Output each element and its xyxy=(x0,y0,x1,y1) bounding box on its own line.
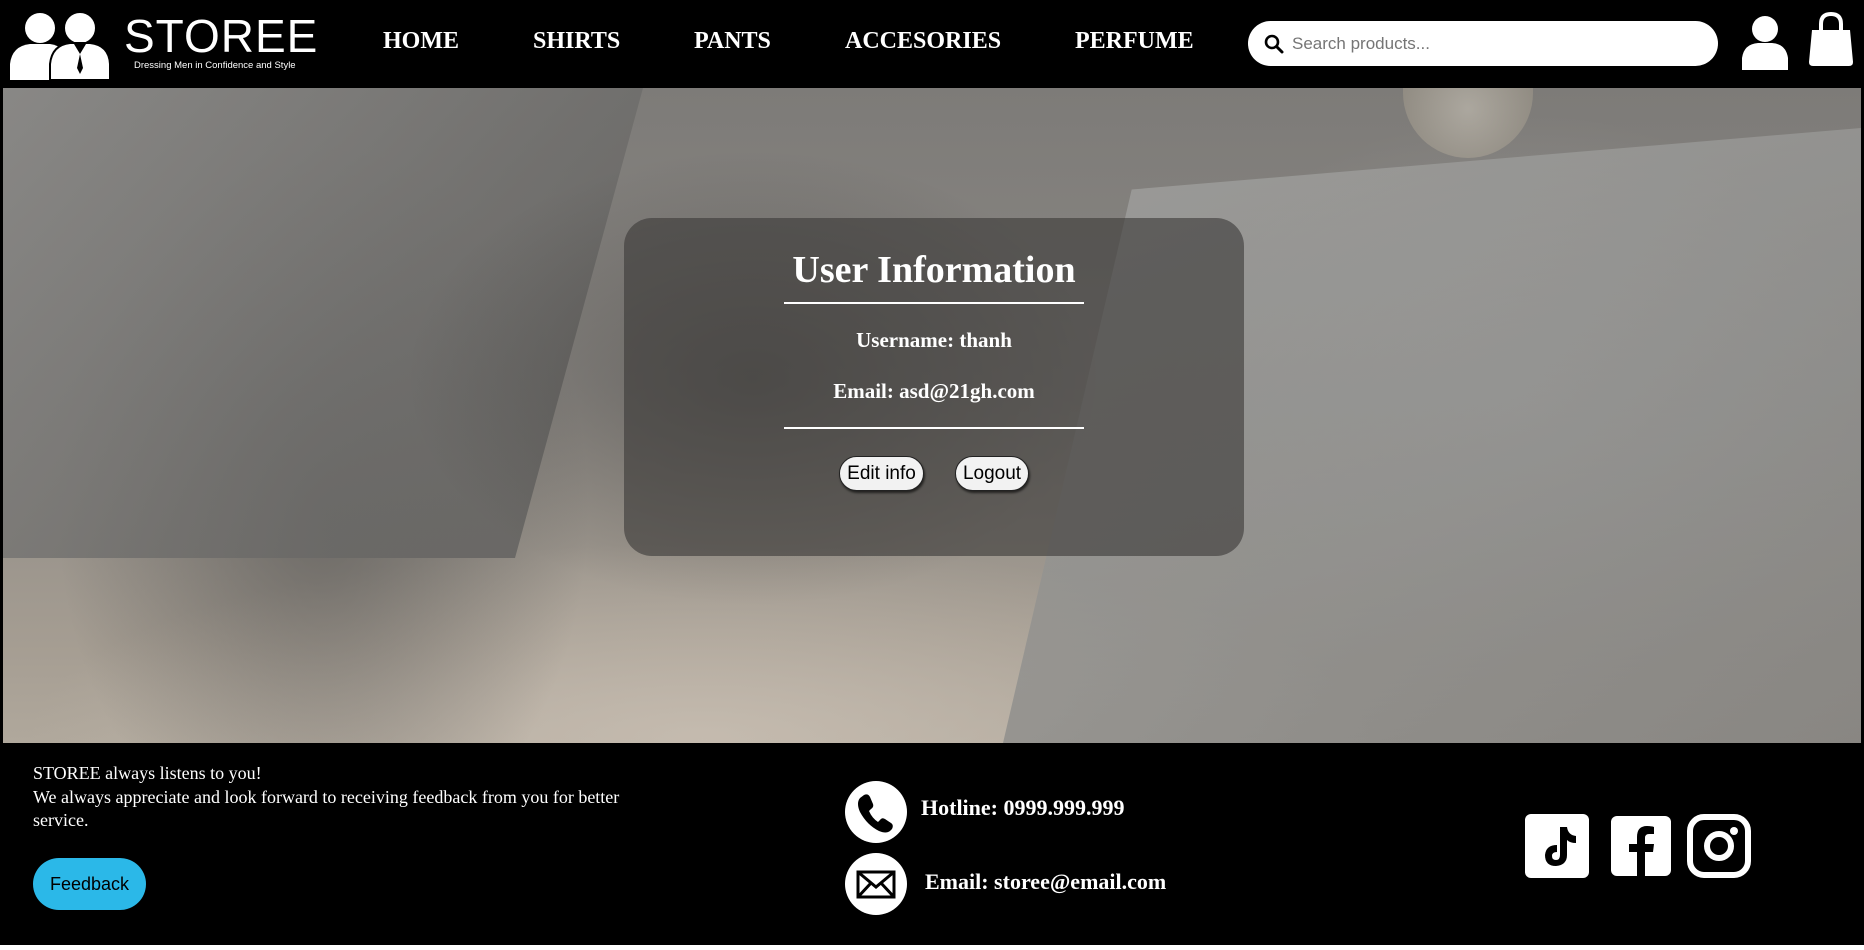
phone-icon xyxy=(845,781,907,843)
tiktok-icon[interactable] xyxy=(1524,813,1590,879)
nav-item-perfume[interactable]: PERFUME xyxy=(1075,28,1194,55)
site-header: STOREE Dressing Men in Confidence and St… xyxy=(0,0,1864,88)
site-footer: STOREE always listens to you! We always … xyxy=(3,743,1861,943)
nav-item-shirts[interactable]: SHIRTS xyxy=(533,28,620,55)
footer-message-title: STOREE always listens to you! xyxy=(33,763,262,783)
divider xyxy=(784,427,1084,429)
user-icon[interactable] xyxy=(1740,14,1790,70)
shopping-bag-icon[interactable] xyxy=(1808,12,1854,68)
coat-button-image xyxy=(1403,88,1533,158)
logout-button[interactable]: Logout xyxy=(955,456,1029,491)
hotline-text: Hotline: 0999.999.999 xyxy=(921,795,1125,820)
footer-email-text: Email: storee@email.com xyxy=(925,869,1167,894)
brand-logo[interactable]: STOREE Dressing Men in Confidence and St… xyxy=(10,8,317,80)
user-info-title: User Information xyxy=(792,249,1076,291)
email-text: Email: asd@21gh.com xyxy=(833,379,1035,403)
instagram-icon[interactable] xyxy=(1686,813,1752,879)
facebook-icon[interactable] xyxy=(1608,813,1674,879)
brand-tagline: Dressing Men in Confidence and Style xyxy=(134,60,296,71)
search-icon[interactable] xyxy=(1262,32,1286,56)
nav-item-accesories[interactable]: ACCESORIES xyxy=(845,28,1001,55)
footer-message-body: We always appreciate and look forward to… xyxy=(33,787,620,830)
feedback-button[interactable]: Feedback xyxy=(33,858,146,910)
people-logo-icon xyxy=(10,11,111,80)
username-text: Username: thanh xyxy=(856,328,1012,352)
divider xyxy=(784,302,1084,304)
edit-info-button[interactable]: Edit info xyxy=(839,456,924,491)
search-bar xyxy=(1248,21,1718,66)
mail-icon xyxy=(845,853,907,915)
user-info-card: User Information Username: thanh Email: … xyxy=(624,218,1244,556)
nav-item-pants[interactable]: PANTS xyxy=(694,28,771,55)
search-input[interactable] xyxy=(1292,27,1702,60)
brand-name: STOREE xyxy=(124,10,319,62)
nav-item-home[interactable]: HOME xyxy=(383,28,459,55)
